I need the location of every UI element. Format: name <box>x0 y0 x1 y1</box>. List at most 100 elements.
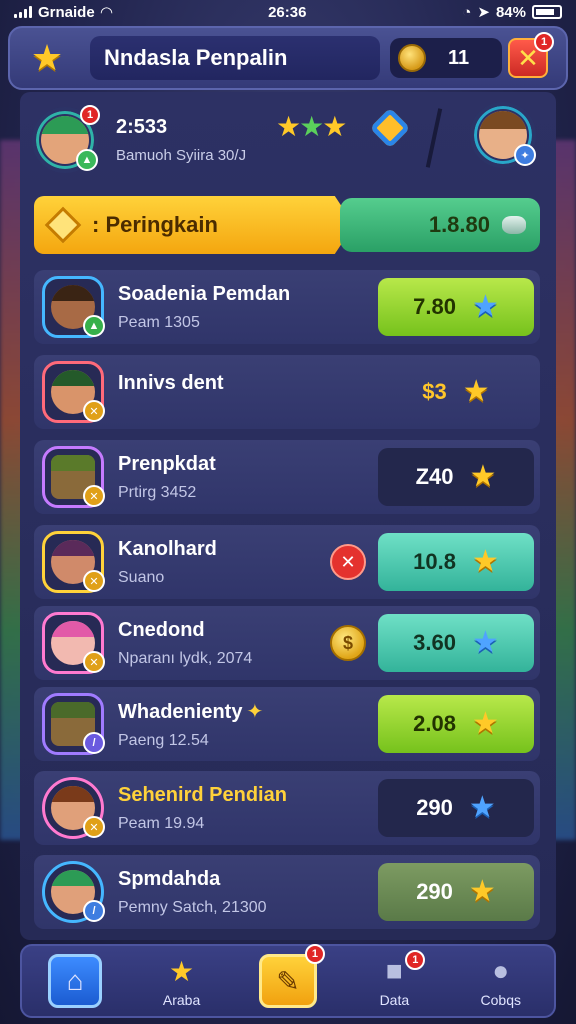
player-name: Whadenienty ✦ <box>118 700 264 723</box>
blue-star-icon: ★ <box>468 791 496 824</box>
close-button[interactable]: ✕ 1 <box>508 32 554 78</box>
list-item[interactable]: / Whadenienty ✦ Paeng 12.54 2.08 ★ <box>34 687 540 761</box>
home-icon: ⌂ <box>48 954 103 1008</box>
nav-cobqs[interactable]: ● Cobqs <box>456 948 546 1014</box>
score-box[interactable]: 290 ★ <box>378 779 534 837</box>
cube-icon <box>369 107 411 149</box>
player-name: Cnedond <box>118 618 205 641</box>
rank-up-icon: ▲ <box>83 315 105 337</box>
ranking-banner[interactable]: : Peringkain 1.8.80 <box>34 196 540 254</box>
player-sub: Pemny Satch, 21300 <box>118 898 267 916</box>
list-item[interactable]: ▲ Soadenia Pemdan Peam 1305 7.80 ★ <box>34 270 540 344</box>
player-name: Innivs dent <box>118 371 224 394</box>
player-level-icon: ▲ <box>76 149 98 171</box>
ranking-value: 1.8.80 <box>428 212 490 237</box>
list-item[interactable]: ✕ Innivs dent $3 ★ <box>34 355 540 429</box>
data-badge: 1 <box>405 950 426 970</box>
nav-data[interactable]: ■ Data 1 <box>349 948 439 1014</box>
ranking-label: : Peringkain <box>92 212 218 237</box>
carrier-label: Grnaide <box>38 3 95 21</box>
score-box[interactable]: 3.60 ★ <box>378 614 534 672</box>
list-item[interactable]: / Spmdahda Pemny Satch, 21300 290 ★ <box>34 855 540 929</box>
nav-home[interactable]: ⌂ <box>30 948 120 1014</box>
rank-icon: ✕ <box>83 651 105 673</box>
match-subtitle: Bamuoh Syiira 30/J <box>116 147 247 164</box>
trophy-star-icon: ★ <box>169 955 195 987</box>
score-box[interactable]: 290 ★ <box>378 863 534 921</box>
score-value: 3.60 <box>413 630 456 655</box>
list-item[interactable]: ✕ Prenpkdat Prtirg 3452 Z40 ★ <box>34 440 540 514</box>
sparkle-icon: ✦ <box>246 700 264 723</box>
player-sub: Suano <box>118 568 165 586</box>
avatar: ✕ <box>42 361 105 423</box>
profile-icon: ● <box>492 955 510 986</box>
match-time: 2:533 <box>116 116 168 138</box>
signal-icon <box>14 6 32 18</box>
player-sub: Peam 1305 <box>118 313 200 331</box>
nav-arena[interactable]: ★ Araba <box>137 948 227 1014</box>
score-value: $3 <box>422 379 447 404</box>
battery-icon <box>532 5 562 19</box>
player-name: Kanolhard <box>118 537 217 560</box>
coin-icon[interactable]: $ <box>330 625 366 661</box>
score-box[interactable]: 7.80 ★ <box>378 278 534 336</box>
coin-balance[interactable]: 11 <box>390 38 502 78</box>
blue-star-icon: ★ <box>471 626 499 659</box>
score-value: 290 <box>416 879 453 904</box>
player-sub: Prtirg 3452 <box>118 483 197 501</box>
coin-icon <box>398 44 426 72</box>
score-box[interactable]: $3 ★ <box>378 363 534 421</box>
avatar: ✕ <box>42 777 105 839</box>
rank-icon: / <box>83 732 105 754</box>
player-name: Sehenird Pendian <box>118 783 287 806</box>
player-name: Prenpkdat <box>118 452 216 475</box>
score-value: 2.08 <box>413 711 456 736</box>
gold-star-icon: ★ <box>462 375 490 408</box>
status-bar: Grnaide ◠ 26:36 ◔ ➤ 84% <box>0 0 576 24</box>
location-icon: ➤ <box>477 4 490 21</box>
opponent-level-icon: ✦ <box>514 144 536 166</box>
list-item[interactable]: ✕ Cnedond Nparanı lydk, 2074 $ 3.60 ★ <box>34 606 540 680</box>
rank-icon: ✕ <box>83 485 105 507</box>
nav-arena-label: Araba <box>162 992 201 1008</box>
clock: 26:36 <box>268 3 307 21</box>
score-value: 7.80 <box>413 294 456 319</box>
player-avatar[interactable]: 1 ▲ <box>32 105 100 173</box>
header-bar: ★ Nndasla Penpalin 11 ✕ 1 <box>8 26 568 90</box>
center-badge: 1 <box>304 944 325 964</box>
gold-star-icon: ★ <box>471 545 499 578</box>
nav-center-action[interactable]: ✎ 1 <box>243 944 333 1014</box>
battery-percent: 84% <box>495 3 526 21</box>
gold-star-icon: ★ <box>471 707 499 740</box>
player-sub: Peam 19.94 <box>118 814 205 832</box>
gold-star-icon: ★ <box>468 875 496 908</box>
divider <box>425 108 443 168</box>
nav-cobqs-label: Cobqs <box>480 992 521 1008</box>
list-item[interactable]: ✕ Sehenird Pendian Peam 19.94 290 ★ <box>34 771 540 845</box>
diamond-icon <box>44 206 82 244</box>
match-stars: ★★★ <box>276 111 347 142</box>
block-icon[interactable]: ✕ <box>330 544 366 580</box>
favorites-star-button[interactable]: ★ <box>20 35 74 81</box>
avatar: ✕ <box>42 612 105 674</box>
rank-icon: ✕ <box>83 816 105 838</box>
nav-data-label: Data <box>379 992 410 1008</box>
score-value: Z40 <box>415 464 454 489</box>
opponent-avatar[interactable]: ✦ <box>470 102 536 168</box>
player-name: Spmdahda <box>118 867 221 890</box>
current-match[interactable]: 1 ▲ 2:533 Bamuoh Syiira 30/J ★★★ ✦ <box>32 100 544 180</box>
score-box[interactable]: Z40 ★ <box>378 448 534 506</box>
avatar: / <box>42 693 105 755</box>
score-value: 290 <box>416 795 453 820</box>
gold-star-icon: ★ <box>469 460 497 493</box>
blue-star-icon: ★ <box>471 290 499 323</box>
rank-icon: ✕ <box>83 400 105 422</box>
player-sub: Nparanı lydk, 2074 <box>118 649 253 667</box>
avatar: / <box>42 861 105 923</box>
coin-count: 11 <box>448 46 470 69</box>
bottom-navigation: ⌂ ★ Araba ✎ 1 ■ Data 1 ● Cobqs <box>20 944 556 1018</box>
score-box[interactable]: 10.8 ★ <box>378 533 534 591</box>
wifi-icon: ◠ <box>100 4 113 21</box>
score-box[interactable]: 2.08 ★ <box>378 695 534 753</box>
list-item[interactable]: ✕ Kanolhard Suano ✕ 10.8 ★ <box>34 525 540 599</box>
